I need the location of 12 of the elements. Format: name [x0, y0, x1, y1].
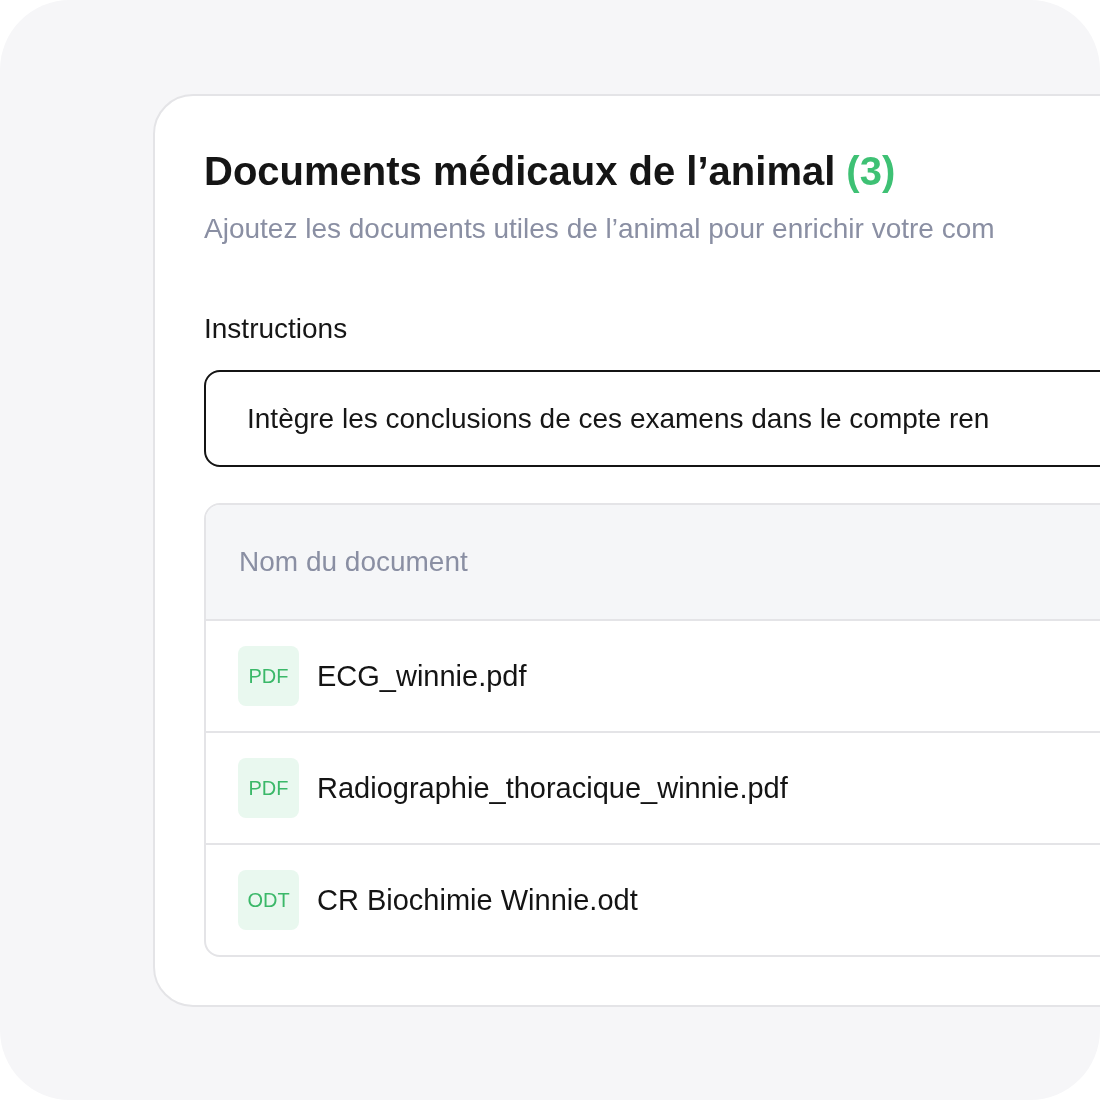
- instructions-field[interactable]: Intègre les conclusions de ces examens dans le compte ren: [204, 370, 1100, 467]
- file-type-badge: PDF: [238, 758, 299, 818]
- section-title: Documents médicaux de l’animal: [204, 149, 836, 193]
- file-type-badge: ODT: [238, 870, 299, 930]
- file-name: Radiographie_thoracique_winnie.pdf: [317, 771, 788, 806]
- instructions-label: Instructions: [204, 312, 348, 346]
- file-type-badge: PDF: [238, 646, 299, 706]
- file-name: CR Biochimie Winnie.odt: [317, 883, 638, 918]
- section-subtitle: Ajoutez les documents utiles de l’animal pour enrichir votre com: [204, 212, 996, 246]
- document-count: (3): [846, 149, 896, 193]
- column-header: Nom du document: [239, 545, 468, 579]
- file-name: ECG_winnie.pdf: [317, 659, 527, 694]
